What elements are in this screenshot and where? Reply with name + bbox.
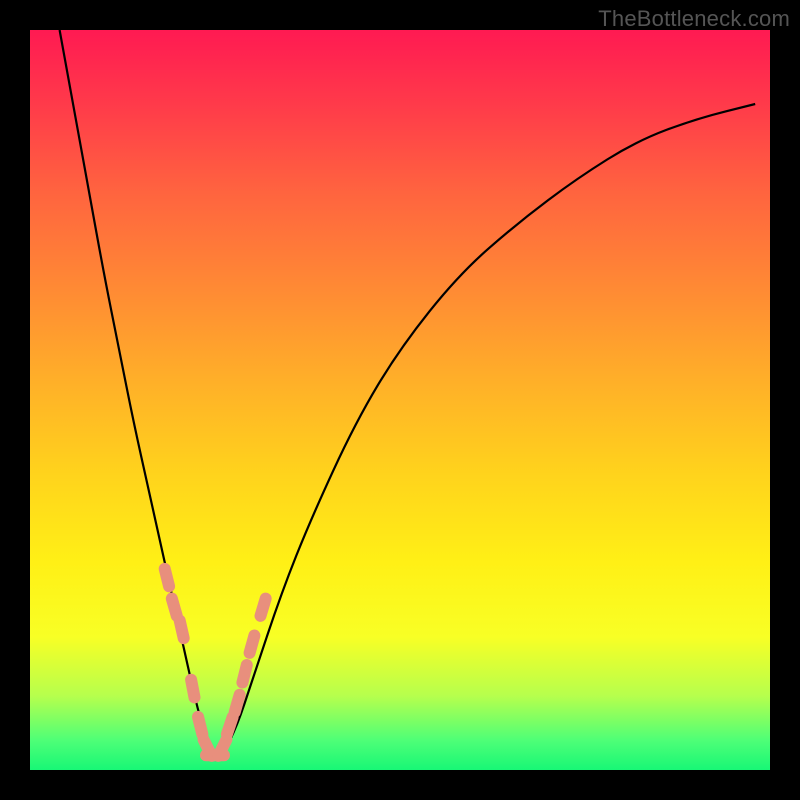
marker-dot xyxy=(165,569,169,586)
marker-dot xyxy=(261,599,266,616)
watermark-text: TheBottleneck.com xyxy=(598,6,790,32)
chart-svg xyxy=(30,30,770,770)
marker-dot xyxy=(191,680,194,698)
marker-dot xyxy=(227,717,233,734)
marker-dot xyxy=(242,665,246,682)
marker-dot xyxy=(235,695,240,712)
bottleneck-curve-path xyxy=(60,30,756,760)
marker-dot xyxy=(250,636,255,653)
marker-dot xyxy=(198,717,202,734)
marker-dots-group xyxy=(165,569,266,756)
marker-dot xyxy=(172,599,177,616)
chart-frame: TheBottleneck.com xyxy=(0,0,800,800)
marker-dot xyxy=(218,740,226,756)
plot-area xyxy=(30,30,770,770)
marker-dot xyxy=(180,621,184,639)
